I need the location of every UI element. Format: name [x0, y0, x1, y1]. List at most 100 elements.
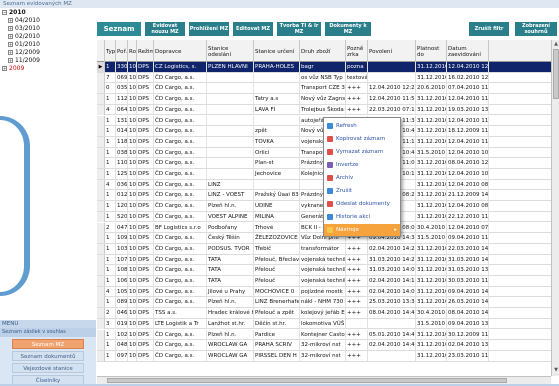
- column-header[interactable]: Stanice odeslání: [207, 40, 254, 62]
- expand-icon[interactable]: +: [8, 50, 13, 55]
- horizontal-scrollbar[interactable]: [97, 376, 551, 384]
- menu-button-seznam-dokumentu[interactable]: Seznam dokumentů: [12, 351, 84, 361]
- table-row[interactable]: 2 046 10 DPS TSS a.s. Hradec králové h Přelouč…: [97, 308, 559, 319]
- scroll-thumb[interactable]: [553, 49, 559, 99]
- row-indicator[interactable]: [97, 72, 105, 83]
- row-indicator[interactable]: [97, 169, 105, 179]
- row-indicator[interactable]: [97, 243, 105, 254]
- table-row[interactable]: 1 108 10 DPS ČD Cargo, a.s. TATA Přelouč vojens…: [97, 265, 559, 276]
- column-header[interactable]: Rok: [128, 40, 137, 62]
- menu-button-seznam-mz[interactable]: Seznam MZ: [12, 339, 84, 349]
- row-indicator[interactable]: [97, 297, 105, 308]
- tree-node[interactable]: +03/2010: [8, 25, 40, 33]
- table-row[interactable]: 4 064 10 DPS ČD Cargo, a.s. LAVA FI Trolejbus …: [97, 104, 559, 116]
- context-menu-item[interactable]: Vymazat záznam: [324, 146, 400, 158]
- column-header[interactable]: Režim: [137, 40, 154, 62]
- table-row[interactable]: 1 106 10 DPS ČD Cargo, a.s. TATA Přelouč vojens…: [97, 276, 559, 287]
- table-cell: 02.04.2010 14:1: [369, 276, 416, 286]
- scroll-down-icon[interactable]: ▼: [552, 366, 559, 374]
- column-header[interactable]: Typ: [105, 40, 116, 62]
- row-indicator[interactable]: [97, 136, 105, 147]
- row-indicator[interactable]: [97, 233, 105, 244]
- context-menu-item[interactable]: Refresh: [324, 120, 400, 132]
- column-header[interactable]: Dopravce: [154, 40, 207, 62]
- table-row[interactable]: 1 107 10 DPS ČD Cargo, a.s. TATA Přelouč, Břec…: [97, 254, 559, 266]
- row-indicator[interactable]: [97, 104, 105, 115]
- table-row[interactable]: 1 102 10 DPS ČD Cargo, a.s. Plzeň hl.n. Pardic…: [97, 329, 559, 341]
- context-menu-item[interactable]: Kopírovat záznam: [324, 133, 400, 145]
- context-menu-item[interactable]: Odeslat dokumenty: [324, 198, 400, 210]
- row-indicator[interactable]: [97, 190, 105, 201]
- expand-icon[interactable]: +: [8, 26, 13, 31]
- column-header[interactable]: Pozně zrka: [346, 40, 368, 62]
- table-row[interactable]: 1 112 10 DPS ČD Cargo, a.s. Tatry a.s Nový vůz…: [97, 94, 559, 105]
- column-header[interactable]: Povolení: [368, 40, 416, 62]
- context-menu-item[interactable]: Zrušit: [324, 185, 400, 197]
- editovat-button[interactable]: Editovat MZ: [233, 22, 273, 36]
- tree-node[interactable]: +01/2010: [8, 41, 40, 49]
- tree-node[interactable]: +11/2009: [8, 57, 40, 65]
- row-indicator[interactable]: [97, 115, 105, 126]
- tab-seznam-mz[interactable]: Seznam MZ: [97, 22, 141, 47]
- tree-node[interactable]: −2010: [2, 9, 26, 17]
- row-indicator[interactable]: [97, 265, 105, 276]
- row-indicator[interactable]: [97, 147, 105, 158]
- row-indicator[interactable]: [97, 286, 105, 297]
- table-row[interactable]: 0 035 10 DPS ČD Cargo, a.s. Transport CZE 39 +…: [97, 83, 559, 95]
- row-indicator[interactable]: [97, 211, 105, 222]
- column-header[interactable]: Poř.č.: [116, 40, 128, 62]
- row-indicator[interactable]: [97, 201, 105, 212]
- tree-node[interactable]: +02/2010: [8, 33, 40, 41]
- column-header[interactable]: Datum zaevidování: [447, 40, 489, 62]
- row-indicator[interactable]: [97, 126, 105, 137]
- table-row[interactable]: 1 048 10 DPS ČD Cargo, a.s. WROCLAW GA PRAHA S…: [97, 340, 559, 351]
- table-row[interactable]: 1 097 10 DPS ČD Cargo, a.s. WROCLAW GA PIRSSEL…: [97, 350, 559, 362]
- row-indicator[interactable]: [97, 318, 105, 329]
- context-menu-item[interactable]: Historie akcí: [324, 211, 400, 223]
- dokumenty-button[interactable]: Dokumenty k MZ: [325, 22, 371, 36]
- row-indicator[interactable]: [97, 222, 105, 233]
- tvorba-button[interactable]: Tvorba TI & Ir MZ: [277, 22, 321, 36]
- expand-icon[interactable]: +: [8, 58, 13, 63]
- tree-node[interactable]: +12/2009: [8, 49, 40, 57]
- table-row[interactable]: 1 103 10 DPS ČD Cargo, a.s. PODSUS. TVOR Třebi…: [97, 243, 559, 255]
- column-header[interactable]: Platnost do: [416, 40, 447, 62]
- hscroll-thumb[interactable]: [107, 378, 507, 383]
- row-indicator[interactable]: [97, 179, 105, 190]
- table-row[interactable]: 7 069 10 DPS ČD Cargo, a.s. os vůz NSB Typ tex…: [97, 72, 559, 84]
- row-indicator[interactable]: [97, 83, 105, 94]
- table-row[interactable]: 4 105 10 DPS ČD Cargo, a.s. Jílové u Prahy MOC…: [97, 286, 559, 298]
- expand-icon[interactable]: +: [8, 34, 13, 39]
- context-menu-item[interactable]: Nástroje ▸: [324, 224, 400, 236]
- collapse-icon[interactable]: −: [2, 10, 7, 15]
- table-row[interactable]: 3 019 10 DPS LTE Logistik a Tr Lanžhot st.hr.…: [97, 318, 559, 330]
- menu-button-vejezdove-stanice[interactable]: Vejezdové stanice: [12, 363, 84, 373]
- context-menu-item[interactable]: Archiv: [324, 172, 400, 184]
- expand-icon[interactable]: +: [8, 18, 13, 23]
- column-header[interactable]: Druh zboží: [300, 40, 346, 62]
- row-indicator[interactable]: [97, 340, 105, 351]
- prohlizeni-button[interactable]: Prohlížení MZ: [189, 22, 229, 36]
- row-indicator[interactable]: [97, 329, 105, 340]
- table-row[interactable]: ▶ 1 330 10 DPS CZ Logistics, s. PLZEN HLAVNI PR…: [97, 62, 559, 73]
- row-indicator[interactable]: ▶: [97, 62, 105, 72]
- row-indicator[interactable]: [97, 350, 105, 361]
- row-indicator[interactable]: [97, 158, 105, 169]
- column-header[interactable]: Stanice určení: [254, 40, 300, 62]
- zrusit-filtr-button[interactable]: Zrušit filtr: [469, 22, 509, 36]
- row-indicator[interactable]: [97, 308, 105, 319]
- expand-icon[interactable]: +: [2, 66, 7, 71]
- row-indicator[interactable]: [97, 276, 105, 286]
- table-cell: Trhové: [254, 222, 300, 233]
- evidovat-button[interactable]: Evidovat nouzu MZ: [145, 22, 185, 36]
- tree-node[interactable]: +04/2010: [8, 17, 40, 25]
- row-indicator[interactable]: [97, 254, 105, 265]
- scroll-up-icon[interactable]: ▲: [552, 40, 559, 48]
- row-indicator[interactable]: [97, 94, 105, 105]
- context-menu-item[interactable]: Invertze: [324, 159, 400, 171]
- expand-icon[interactable]: +: [8, 42, 13, 47]
- zobrazeni-souhrnu-button[interactable]: Zobrazení souhrnů: [515, 22, 557, 36]
- vertical-scrollbar[interactable]: ▲ ▼: [551, 40, 559, 376]
- table-row[interactable]: 1 089 10 DPS ČD Cargo, a.s. Plzeň hl.n. LINZ B…: [97, 297, 559, 309]
- tree-node[interactable]: +2009: [2, 65, 24, 73]
